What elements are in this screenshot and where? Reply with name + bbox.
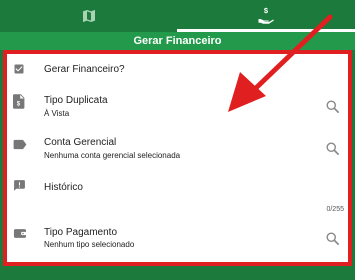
tipo-pagamento-label: Tipo Pagamento <box>44 227 118 238</box>
map-icon <box>82 10 95 22</box>
top-tab-bar: $ <box>0 0 355 32</box>
financeiro-form: Gerar Financeiro? $ Tipo Duplicata À Vis… <box>3 50 352 266</box>
tab-financeiro[interactable]: $ <box>177 0 355 32</box>
row-gerar-financeiro[interactable]: Gerar Financeiro? <box>7 54 348 86</box>
document-dollar-icon: $ <box>13 94 25 109</box>
search-icon[interactable] <box>325 231 340 246</box>
page-title: Gerar Financeiro <box>0 32 355 50</box>
row-conta-gerencial[interactable]: Conta Gerencial Nenhuma conta gerencial … <box>7 128 348 170</box>
conta-gerencial-value: Nenhuma conta gerencial selecionada <box>44 151 181 160</box>
label-tag-icon <box>13 139 27 150</box>
tipo-duplicata-value: À Vista <box>44 109 70 118</box>
row-tipo-duplicata[interactable]: $ Tipo Duplicata À Vista <box>7 86 348 128</box>
svg-text:$: $ <box>264 6 269 15</box>
historico-label: Histórico <box>44 182 83 193</box>
comment-alert-icon <box>14 180 25 191</box>
tab-map[interactable] <box>0 0 177 32</box>
search-icon[interactable] <box>325 99 340 114</box>
row-historico[interactable]: Histórico 0/255 <box>7 170 348 216</box>
conta-gerencial-label: Conta Gerencial <box>44 137 117 148</box>
row-tipo-pagamento[interactable]: Tipo Pagamento Nenhum tipo selecionado <box>7 216 348 262</box>
tipo-pagamento-value: Nenhum tipo selecionado <box>44 240 135 249</box>
search-icon[interactable] <box>325 141 340 156</box>
wallet-icon <box>13 229 27 238</box>
hand-money-icon: $ <box>258 6 274 24</box>
gerar-financeiro-label: Gerar Financeiro? <box>44 64 125 75</box>
tipo-duplicata-label: Tipo Duplicata <box>44 95 108 106</box>
checkbox-checked-icon[interactable] <box>13 63 25 75</box>
historico-char-counter: 0/255 <box>326 206 344 213</box>
